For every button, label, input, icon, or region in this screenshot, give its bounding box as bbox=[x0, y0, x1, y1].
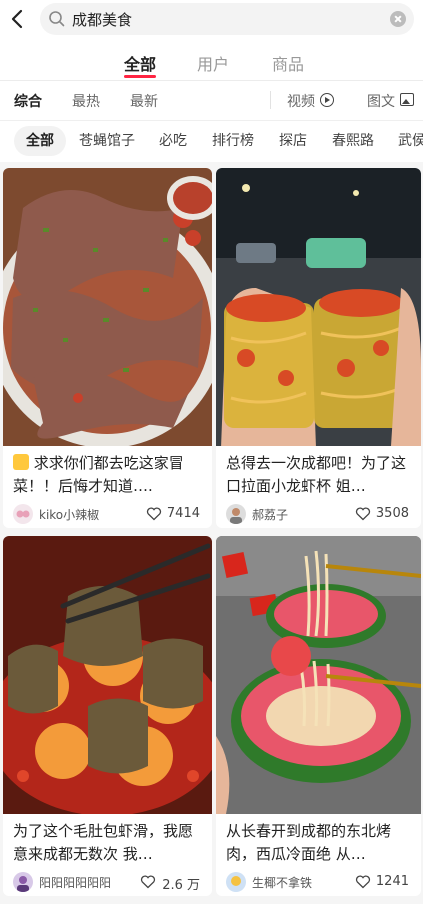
author-name[interactable]: 阳阳阳阳阳阳 bbox=[39, 874, 111, 891]
clear-search-icon[interactable] bbox=[390, 11, 406, 27]
note-title: 总得去一次成都吧！为了这口拉面小龙虾杯 姐… bbox=[226, 454, 407, 495]
tab-users[interactable]: 用户 bbox=[197, 51, 229, 75]
avatar[interactable] bbox=[13, 872, 33, 892]
sort-comprehensive[interactable]: 综合 bbox=[14, 91, 42, 111]
heart-icon[interactable] bbox=[140, 874, 156, 889]
chip-fly-restaurants[interactable]: 苍蝇馆子 bbox=[79, 126, 135, 156]
like-count: 2.6 万 bbox=[162, 878, 200, 893]
heart-icon[interactable] bbox=[146, 506, 162, 521]
note-meta: 生椰不拿铁 1241 bbox=[226, 872, 413, 892]
note-meta: 阳阳阳阳阳阳 2.6 万 bbox=[13, 872, 204, 893]
result-type-tabs: 全部 用户 商品 bbox=[0, 48, 423, 78]
note-cover-image bbox=[3, 536, 212, 814]
crying-face-emoji bbox=[13, 454, 29, 470]
search-icon bbox=[49, 11, 65, 27]
like-count: 1241 bbox=[375, 874, 409, 889]
note-card[interactable]: 从长春开到成都的东北烤肉，西瓜冷面绝 从… 生椰不拿铁 1241 bbox=[216, 536, 421, 896]
video-play-icon[interactable] bbox=[320, 93, 334, 107]
active-tab-indicator bbox=[124, 75, 156, 78]
like-count: 3508 bbox=[375, 506, 409, 521]
search-query-text[interactable]: 成都美食 bbox=[72, 9, 132, 30]
image-icon[interactable] bbox=[400, 93, 414, 106]
divider bbox=[0, 120, 423, 121]
sort-bar: 综合 最热 最新 视频 图文 bbox=[0, 82, 423, 118]
topic-chips: 全部 苍蝇馆子 必吃 排行榜 探店 春熙路 武侯 bbox=[0, 126, 423, 156]
chip-chunxi-road[interactable]: 春熙路 bbox=[332, 126, 374, 156]
note-title: 求求你们都去吃这家冒菜！！后悔才知道…. bbox=[13, 452, 204, 500]
tab-products[interactable]: 商品 bbox=[272, 51, 304, 75]
chip-wuhou[interactable]: 武侯 bbox=[398, 126, 423, 156]
chip-all[interactable]: 全部 bbox=[14, 126, 66, 156]
heart-icon[interactable] bbox=[355, 506, 371, 521]
avatar[interactable] bbox=[226, 504, 246, 524]
note-cover-image bbox=[216, 168, 421, 446]
search-input[interactable]: 成都美食 bbox=[40, 3, 414, 35]
chip-ranking[interactable]: 排行榜 bbox=[212, 126, 254, 156]
note-card[interactable]: 总得去一次成都吧！为了这口拉面小龙虾杯 姐… 郝荔子 3508 bbox=[216, 168, 421, 528]
note-meta: kiko小辣椒 7414 bbox=[13, 504, 204, 524]
sort-hottest[interactable]: 最热 bbox=[72, 91, 100, 111]
back-arrow-icon[interactable] bbox=[8, 7, 28, 31]
author-name[interactable]: 郝荔子 bbox=[252, 506, 288, 523]
note-cover-image bbox=[216, 536, 421, 814]
note-cover-image bbox=[3, 168, 212, 446]
divider bbox=[270, 91, 271, 109]
chip-must-eat[interactable]: 必吃 bbox=[159, 126, 187, 156]
note-meta: 郝荔子 3508 bbox=[226, 504, 413, 524]
note-title: 为了这个毛肚包虾滑，我愿意来成都无数次 我… bbox=[13, 822, 194, 863]
author-name[interactable]: kiko小辣椒 bbox=[39, 506, 99, 523]
note-card[interactable]: 为了这个毛肚包虾滑，我愿意来成都无数次 我… 阳阳阳阳阳阳 2.6 万 bbox=[3, 536, 212, 896]
search-bar-row: 成都美食 bbox=[0, 0, 423, 38]
like-count: 7414 bbox=[166, 506, 200, 521]
chip-explore-shops[interactable]: 探店 bbox=[279, 126, 307, 156]
filter-video-label[interactable]: 视频 bbox=[287, 91, 315, 111]
note-feed: 求求你们都去吃这家冒菜！！后悔才知道…. kiko小辣椒 7414 总得去一次成… bbox=[0, 162, 423, 904]
author-name[interactable]: 生椰不拿铁 bbox=[252, 874, 312, 891]
avatar[interactable] bbox=[226, 872, 246, 892]
avatar[interactable] bbox=[13, 504, 33, 524]
heart-icon[interactable] bbox=[355, 874, 371, 889]
note-title-text: 求求你们都去吃这家冒菜！！后悔才知道…. bbox=[13, 454, 184, 495]
note-title: 从长春开到成都的东北烤肉，西瓜冷面绝 从… bbox=[226, 822, 392, 863]
sort-newest[interactable]: 最新 bbox=[130, 91, 158, 111]
tab-all[interactable]: 全部 bbox=[124, 51, 156, 75]
filter-image-text-label[interactable]: 图文 bbox=[367, 91, 395, 111]
divider bbox=[0, 80, 423, 81]
note-card[interactable]: 求求你们都去吃这家冒菜！！后悔才知道…. kiko小辣椒 7414 bbox=[3, 168, 212, 528]
